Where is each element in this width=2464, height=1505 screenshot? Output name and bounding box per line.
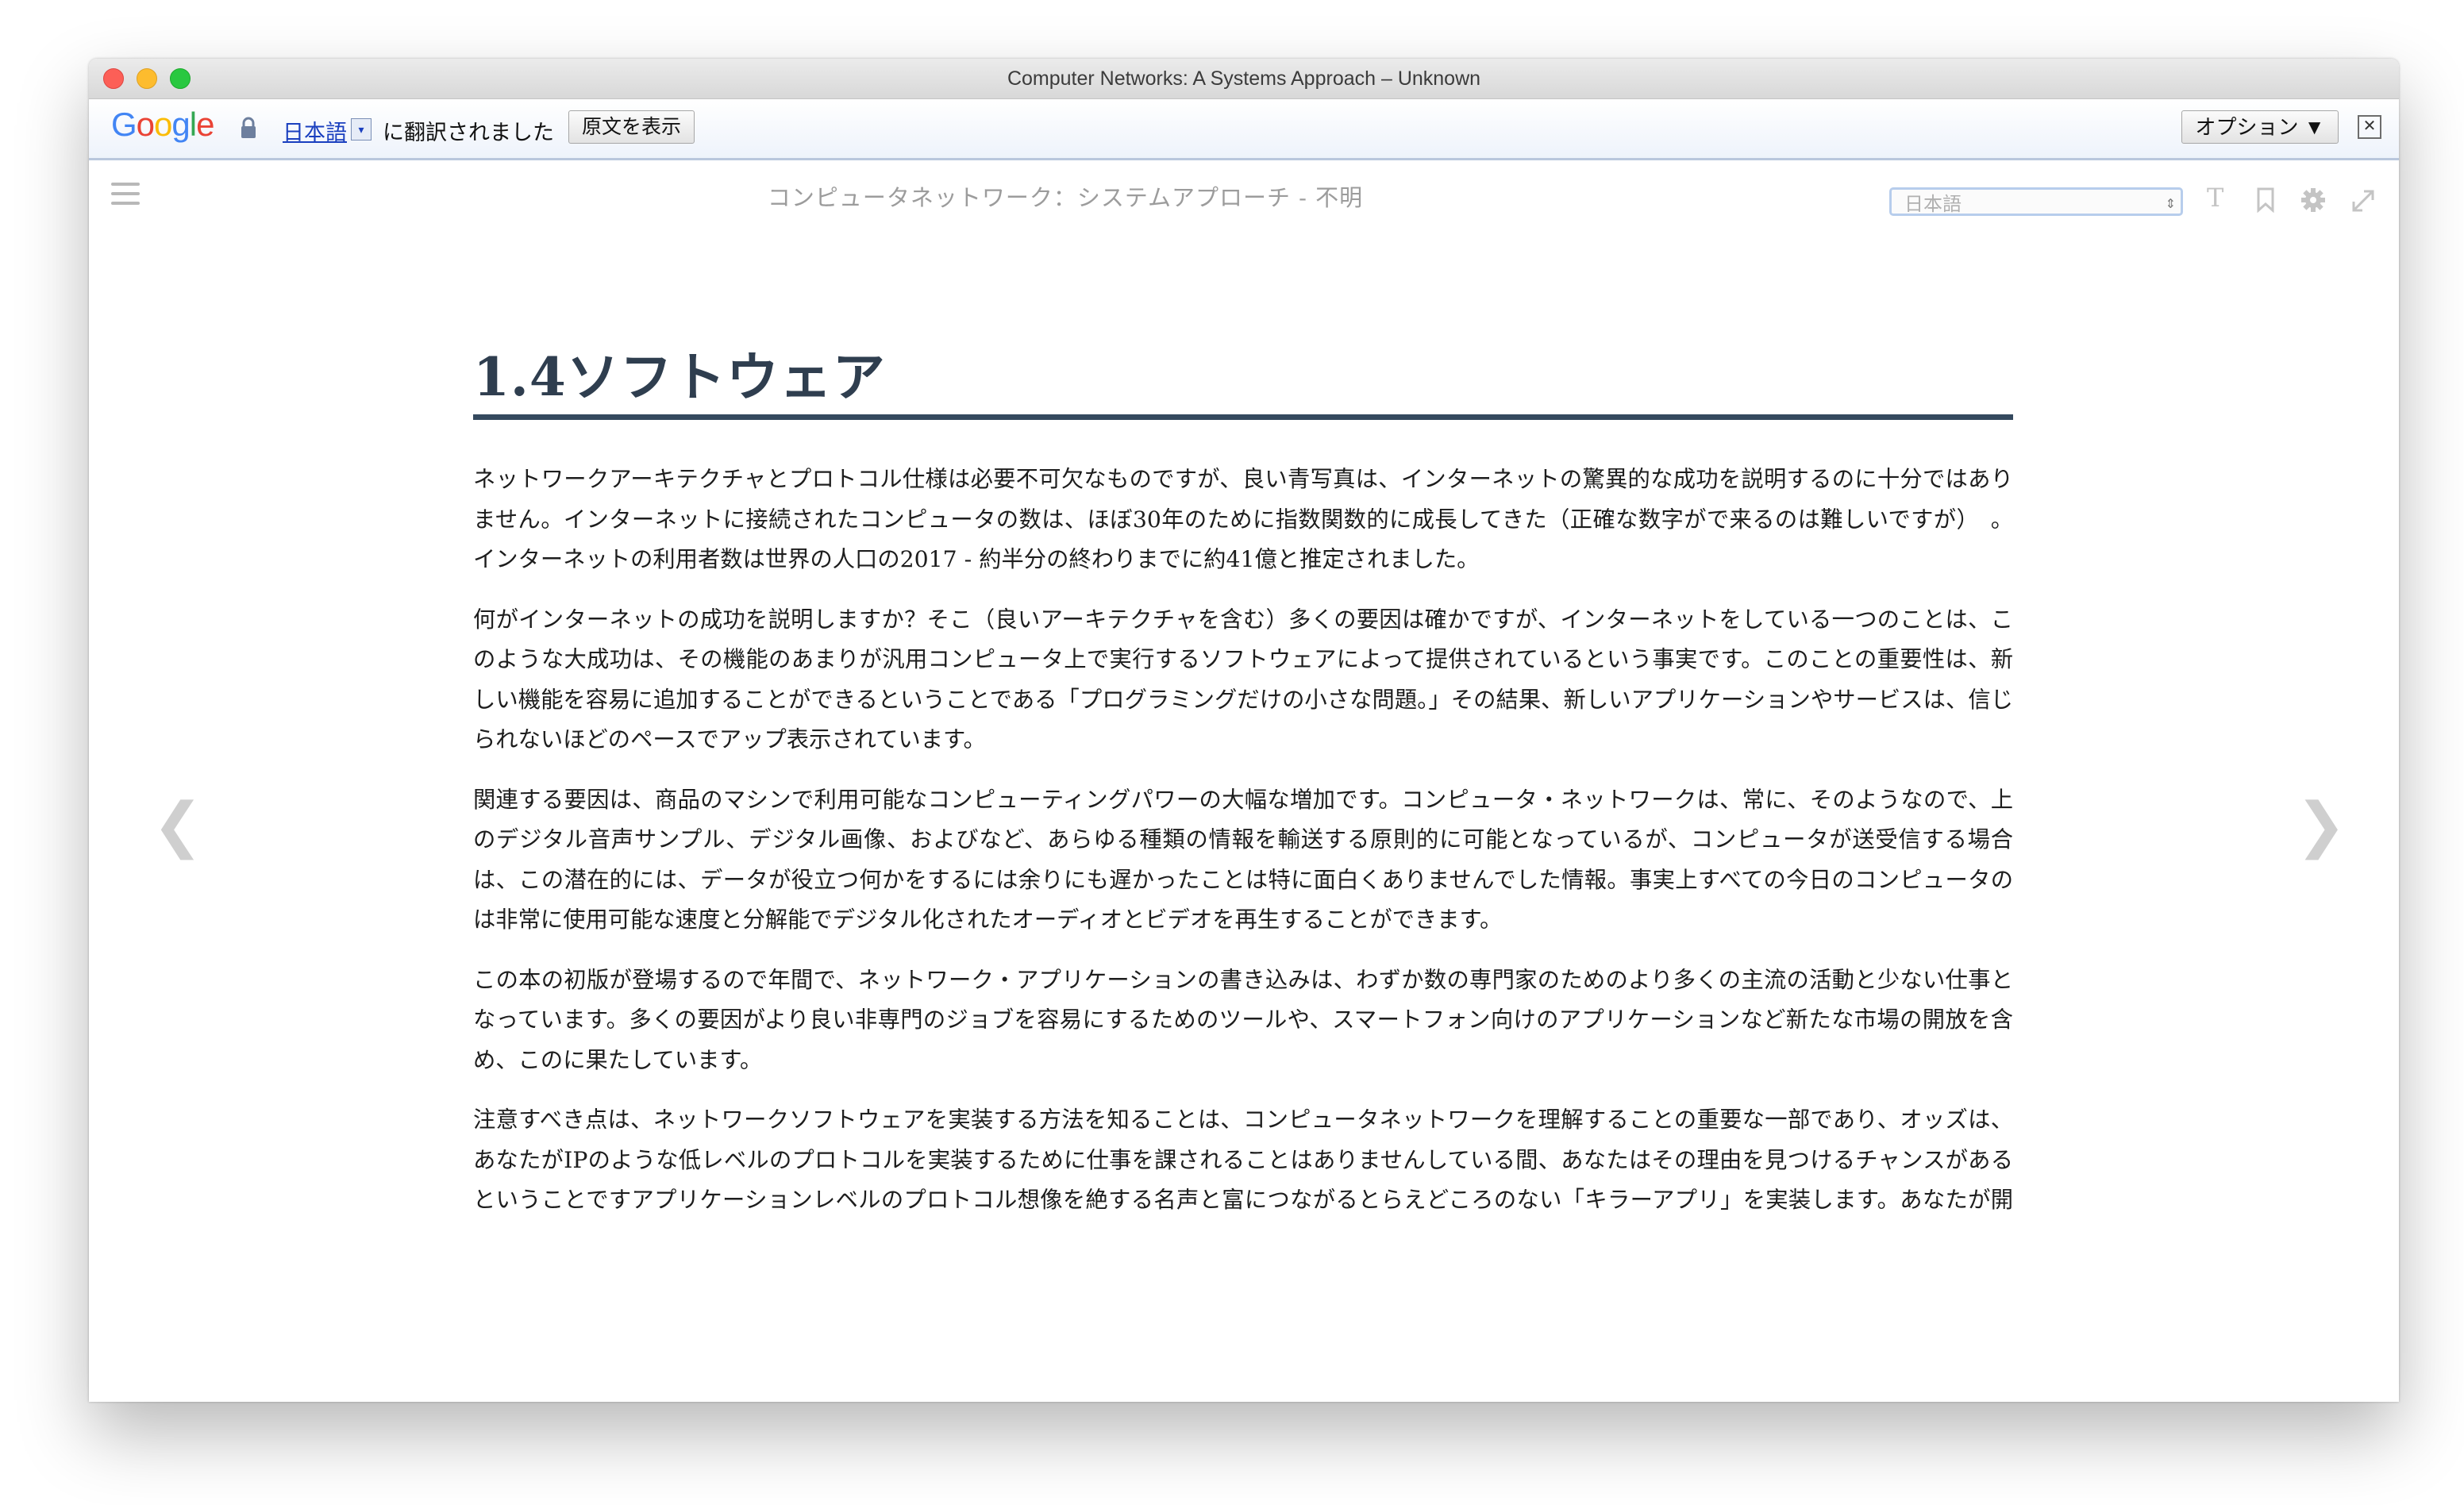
chapter-heading: 1.4ソフトウェア xyxy=(473,341,2013,420)
language-dropdown-button[interactable]: ▾ xyxy=(351,118,372,140)
select-arrows-icon: ⇕ xyxy=(2165,196,2176,211)
translated-status-text: に翻訳されました xyxy=(383,121,554,144)
language-select[interactable]: 日本語 ⇕ xyxy=(1889,187,2183,216)
book-title: コンピュータネットワーク：システムアプローチ - 不明 xyxy=(767,184,1364,211)
google-logo: Google xyxy=(111,106,214,143)
body-paragraph: 何がインターネットの成功を説明しますか？そこ（良いアーキテクチャを含む）多くの要… xyxy=(473,606,2013,753)
fullscreen-icon[interactable] xyxy=(2350,187,2377,214)
window-title: Computer Networks: A Systems Approach – … xyxy=(1007,67,1481,90)
previous-page-arrow[interactable]: ❮ xyxy=(152,789,203,860)
lock-icon xyxy=(241,117,256,138)
body-paragraph: この本の初版が登場するので年間で、ネットワーク・アプリケーションの書き込みは、わ… xyxy=(473,966,2013,1073)
reader-toolbar: コンピュータネットワーク：システムアプローチ - 不明 日本語 ⇕ T xyxy=(89,160,2399,232)
bookmark-icon[interactable] xyxy=(2256,187,2275,213)
menu-icon[interactable] xyxy=(111,183,140,206)
body-paragraph: 注意すべき点は、ネットワークソフトウェアを実装する方法を知ることは、コンピュータ… xyxy=(473,1107,2013,1213)
gear-icon[interactable] xyxy=(2300,187,2326,213)
target-language-link[interactable]: 日本語 xyxy=(283,115,347,146)
chapter-content: 1.4ソフトウェア ネットワークアーキテクチャとプロトコル仕様は必要不可欠なもの… xyxy=(473,341,2013,1221)
body-paragraph: 関連する要因は、商品のマシンで利用可能なコンピューティングパワーの大幅な増加です… xyxy=(473,786,2013,933)
options-button[interactable]: オプション ▼ xyxy=(2181,110,2339,144)
next-page-arrow[interactable]: ❯ xyxy=(2296,789,2347,860)
font-settings-icon[interactable]: T xyxy=(2207,183,2223,213)
show-original-button[interactable]: 原文を表示 xyxy=(568,110,695,144)
google-translate-bar: Google 日本語 ▾ に翻訳されました 原文を表示 オプション ▼ ✕ xyxy=(89,99,2399,160)
title-bar[interactable]: Computer Networks: A Systems Approach – … xyxy=(89,59,2399,99)
app-window: Computer Networks: A Systems Approach – … xyxy=(89,59,2399,1402)
close-translate-bar-button[interactable]: ✕ xyxy=(2358,115,2381,139)
body-paragraph: ネットワークアーキテクチャとプロトコル仕様は必要不可欠なものですが、良い青写真は… xyxy=(473,466,2013,572)
language-select-value: 日本語 xyxy=(1904,193,1962,215)
